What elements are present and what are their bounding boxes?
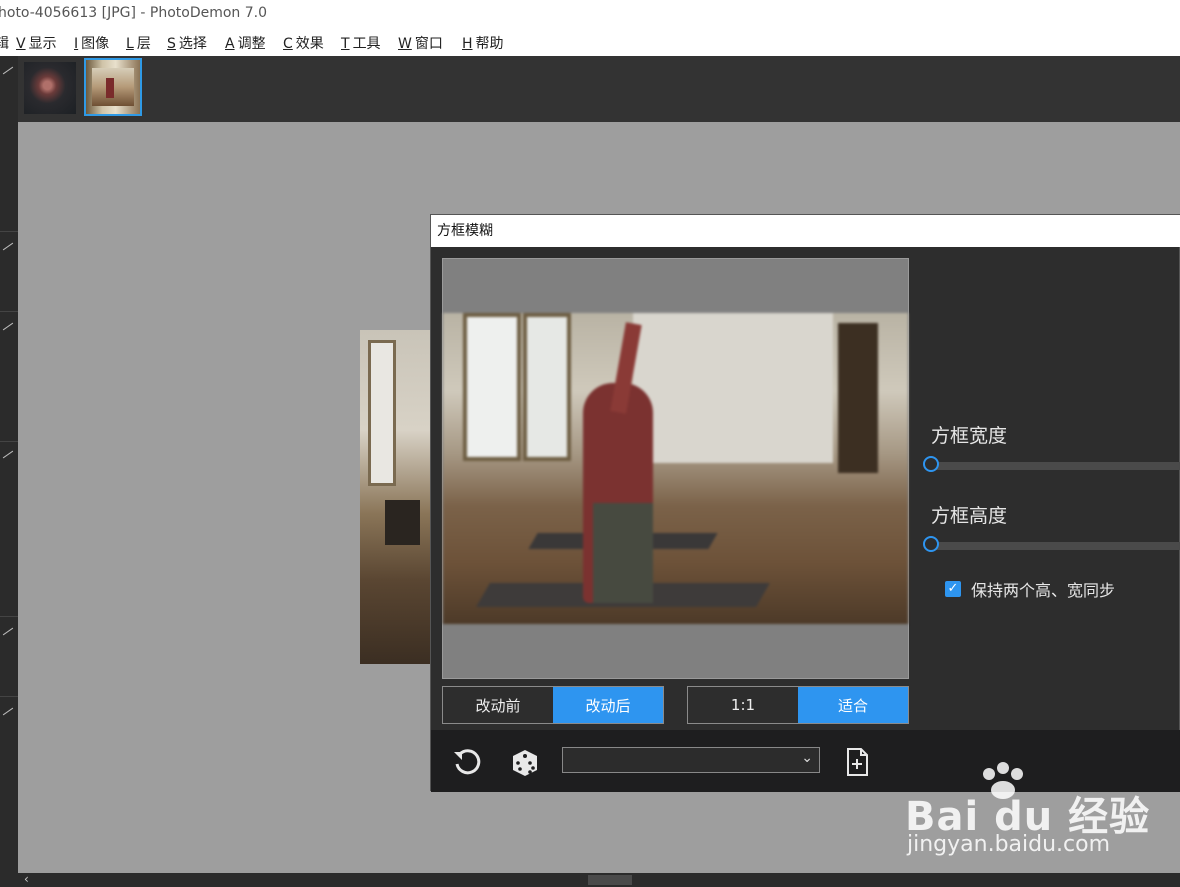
sync-checkbox-label[interactable]: 保持两个高、宽同步	[971, 577, 1115, 601]
toolbar-separator	[0, 696, 18, 697]
toolbar-separator	[0, 616, 18, 617]
menu-layer[interactable]: L层	[126, 33, 151, 53]
window-titlebar: hoto-4056613 [JPG] - PhotoDemon 7.0	[0, 0, 1180, 30]
menu-bar: 辑 V 显示 I 图像 L层 S 选择 A 调整 C 效果 T 工具 W 窗口 H 帮助	[0, 30, 1180, 56]
canvas-image[interactable]	[360, 330, 440, 664]
preset-dropdown[interactable]: ⌄	[562, 747, 820, 773]
zoom-fit-button[interactable]: 适合	[798, 687, 908, 723]
expand-arrow-icon[interactable]	[2, 322, 14, 331]
toolbar-separator	[0, 441, 18, 442]
expand-arrow-icon[interactable]	[2, 242, 14, 251]
left-toolbar	[0, 56, 18, 887]
sync-checkbox[interactable]: ✓	[945, 581, 961, 597]
menu-select[interactable]: S 选择	[167, 33, 207, 53]
box-height-slider[interactable]	[923, 536, 1180, 552]
photo-window	[523, 313, 571, 461]
menu-edit[interactable]: 辑	[0, 33, 9, 53]
toolbar-separator	[0, 231, 18, 232]
photo-door	[838, 323, 878, 473]
menu-effects[interactable]: C 效果	[283, 33, 324, 53]
chevron-down-icon: ⌄	[801, 750, 813, 766]
zoom-toggle: 1:1 适合	[687, 686, 909, 724]
menu-window[interactable]: W 窗口	[398, 33, 443, 53]
canvas-window	[368, 340, 396, 486]
canvas-radiator	[385, 500, 420, 545]
expand-arrow-icon[interactable]	[2, 627, 14, 636]
menu-view[interactable]: V 显示	[16, 33, 57, 53]
baidu-jingyan-watermark: Bai du 经验 jingyan.baidu.com	[905, 760, 1155, 870]
zoom-1to1-button[interactable]: 1:1	[688, 687, 798, 723]
expand-arrow-icon[interactable]	[2, 66, 14, 75]
window-title: hoto-4056613 [JPG] - PhotoDemon 7.0	[0, 5, 268, 21]
dialog-title: 方框模糊	[431, 215, 1180, 247]
watermark-url: jingyan.baidu.com	[907, 832, 1111, 857]
box-height-slider-knob[interactable]	[923, 536, 939, 552]
expand-arrow-icon[interactable]	[2, 450, 14, 459]
scrollbar-thumb[interactable]	[588, 875, 632, 885]
image-tab-strip	[18, 56, 1180, 122]
box-width-label: 方框宽度	[931, 425, 1008, 447]
box-width-slider[interactable]	[923, 456, 1180, 472]
save-preset-icon[interactable]	[841, 746, 873, 778]
expand-arrow-icon[interactable]	[2, 707, 14, 716]
menu-image[interactable]: I 图像	[74, 33, 109, 53]
image-thumbnail-yoga-active[interactable]	[84, 58, 142, 116]
horizontal-scrollbar[interactable]: ‹	[18, 872, 1180, 887]
before-button[interactable]: 改动前	[443, 687, 553, 723]
menu-adjust[interactable]: A 调整	[225, 33, 266, 53]
toolbar-separator	[0, 311, 18, 312]
effect-preview[interactable]	[442, 258, 909, 679]
photo-window	[463, 313, 521, 461]
preview-photo	[443, 313, 908, 624]
image-thumbnail-flower[interactable]	[24, 62, 76, 114]
scroll-left-icon[interactable]: ‹	[24, 872, 29, 886]
menu-tools[interactable]: T 工具	[341, 33, 381, 53]
box-width-slider-knob[interactable]	[923, 456, 939, 472]
box-height-label: 方框高度	[931, 505, 1008, 527]
reset-icon[interactable]	[451, 746, 483, 778]
after-button[interactable]: 改动后	[553, 687, 663, 723]
randomize-dice-icon[interactable]	[509, 746, 541, 778]
thumbnail-figure	[106, 78, 114, 98]
menu-help[interactable]: H 帮助	[462, 33, 504, 53]
before-after-toggle: 改动前 改动后	[442, 686, 664, 724]
box-blur-dialog: 方框模糊 改动前 改动后 1:1 适合 方框宽度 方框高度 ✓ 保持两个高、宽同…	[430, 214, 1180, 792]
photo-wall	[633, 313, 833, 463]
photo-person-legs	[593, 503, 653, 603]
